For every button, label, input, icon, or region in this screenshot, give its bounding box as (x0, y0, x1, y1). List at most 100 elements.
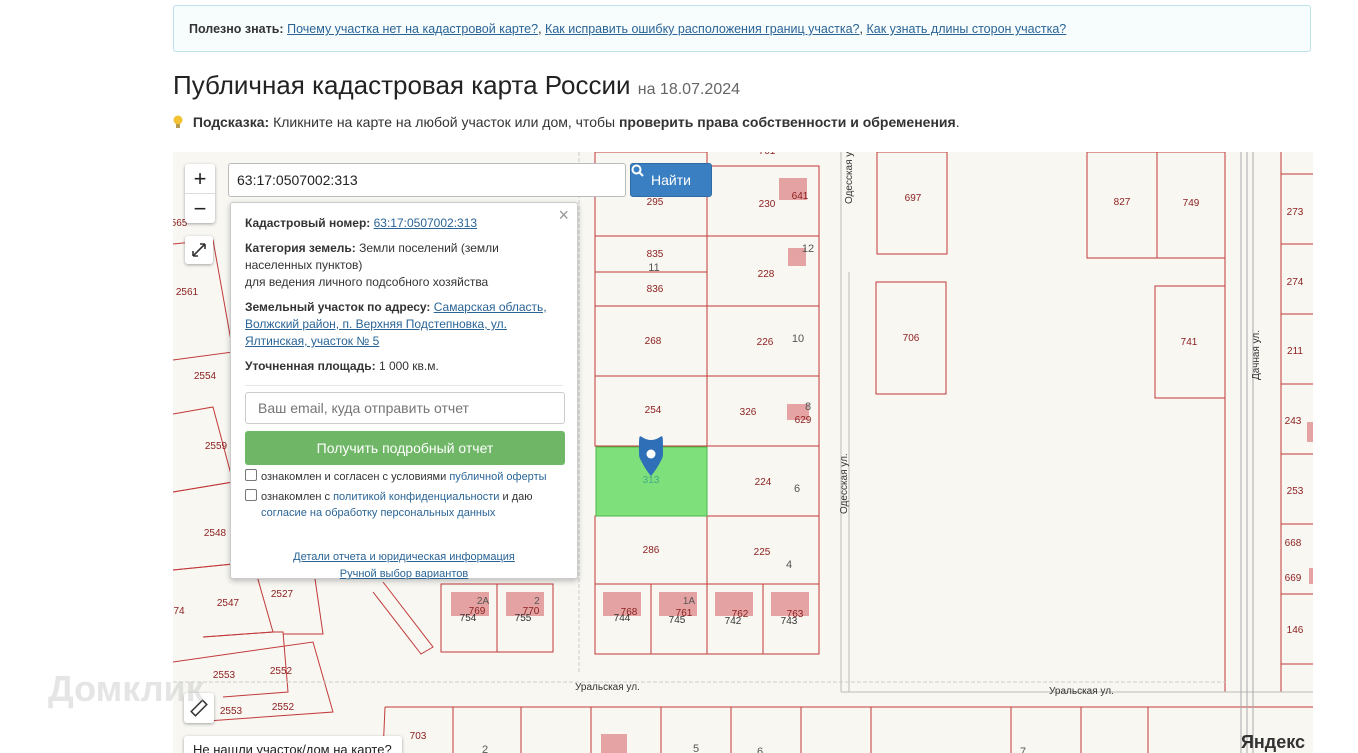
parcel-label: 12 (802, 243, 814, 255)
parcel-label: 741 (1181, 337, 1198, 348)
consent-privacy-checkbox[interactable] (245, 489, 257, 501)
consent-privacy-text: ознакомлен с (261, 491, 331, 503)
parcel-label: 4 (786, 559, 792, 571)
consent-privacy[interactable]: ознакомлен с политикой конфиденциальност… (245, 489, 563, 521)
parcel-label: 10 (792, 333, 804, 345)
parcel-label: 768 (621, 607, 638, 618)
parcel-label: 2552 (270, 666, 293, 677)
info-bar: Полезно знать: Почему участка нет на кад… (173, 5, 1311, 52)
parcel-label: 669 (1285, 573, 1302, 584)
parcel-label: 668 (1285, 538, 1302, 549)
zoom-out-button[interactable]: − (185, 193, 215, 223)
hint: Подсказка: Кликните на карте на любой уч… (173, 114, 960, 130)
page-title: Публичная кадастровая карта России на 18… (173, 70, 740, 101)
parcel-label: 2А (477, 596, 490, 607)
parcel-label: 274 (1287, 277, 1304, 288)
close-icon[interactable]: × (558, 206, 569, 224)
parcel-label: 146 (1287, 625, 1304, 636)
info-link-fix-error[interactable]: Как исправить ошибку расположения границ… (545, 22, 859, 36)
info-link-missing[interactable]: Почему участка нет на кадастровой карте? (287, 22, 538, 36)
parcel-label: 835 (647, 249, 664, 260)
category-row: Категория земель: Земли поселений (земли… (245, 240, 563, 291)
parcel-label: 697 (905, 193, 922, 204)
parcel-label: 11 (648, 262, 659, 274)
offer-link[interactable]: публичной оферты (449, 471, 546, 483)
not-found-button[interactable]: Не нашли участок/дом на карте? (184, 736, 402, 753)
parcel-label: 6 (794, 483, 800, 495)
category-label: Категория земель: (245, 241, 356, 255)
parcel-label: 2559 (205, 441, 228, 452)
info-label: Полезно знать: (189, 22, 284, 36)
street-label-uralskaya-left: Уральская ул. (575, 682, 640, 693)
parcel-label: 230 (759, 199, 776, 210)
consent-offer[interactable]: ознакомлен и согласен с условиями публич… (245, 469, 563, 485)
hint-end: . (955, 114, 960, 130)
parcel-label: 226 (757, 337, 774, 348)
parcel-label: 286 (643, 545, 660, 556)
zoom-control: + − (185, 164, 215, 223)
parcel-label: 762 (732, 609, 749, 620)
parcel-label: 2553 (220, 706, 243, 717)
parcel-label: 836 (647, 284, 664, 295)
parcel-label: 326 (740, 407, 757, 418)
building (601, 734, 627, 753)
cadastral-search-input[interactable] (228, 163, 626, 197)
usage-value: для ведения личного подсобного хозяйства (245, 275, 489, 289)
street-label-uralskaya-right: Уральская ул. (1049, 686, 1114, 697)
area-value: 1 000 кв.м. (378, 359, 439, 373)
consent-offer-checkbox[interactable] (245, 469, 257, 481)
parcel-label: 706 (903, 333, 920, 344)
yandex-logo: Яндекс (1240, 732, 1305, 752)
parcel-label: 2553 (213, 670, 236, 681)
cadastral-link[interactable]: 63:17:0507002:313 (374, 216, 477, 230)
parcel-label: 295 (647, 197, 664, 208)
parcel-label: 761 (676, 608, 693, 619)
parcel-label: 8 (805, 401, 811, 413)
fullscreen-button[interactable] (185, 236, 213, 264)
parcel-label: 749 (1183, 198, 1200, 209)
divider (245, 385, 563, 386)
parcel-label: 5 (693, 743, 699, 753)
consent-offer-text: ознакомлен и согласен с условиями (261, 471, 447, 483)
parcel-info-popup: × Кадастровый номер: 63:17:0507002:313 К… (230, 202, 578, 580)
parcel-label: 211 (1287, 346, 1303, 357)
parcel-label: 224 (755, 477, 772, 488)
street-label-odesskaya-top: Одесская ул. (844, 152, 855, 204)
details-link[interactable]: Детали отчета и юридическая информация (293, 551, 515, 563)
parcel-label: 2547 (217, 598, 240, 609)
consent-privacy-mid: и даю (502, 491, 533, 503)
domclick-watermark: Домклик (48, 668, 204, 709)
parcel-label: 313 (643, 475, 660, 486)
zoom-in-button[interactable]: + (185, 164, 215, 193)
parcel-label: 225 (754, 547, 771, 558)
manual-select-link[interactable]: Ручной выбор вариантов (340, 568, 468, 580)
cadastral-map[interactable]: 295 230 641 835 11 228 12 836 268 226 10… (173, 152, 1313, 753)
popup-footer-links: Детали отчета и юридическая информация Р… (245, 549, 563, 583)
area-row: Уточненная площадь: 1 000 кв.м. (245, 358, 563, 375)
parcel-label: 2 (534, 596, 540, 607)
email-input[interactable] (245, 392, 565, 424)
personal-data-link[interactable]: согласие на обработку персональных данны… (261, 507, 495, 519)
building (1307, 422, 1313, 442)
building (1309, 568, 1313, 584)
find-button[interactable]: Найти (630, 163, 712, 197)
privacy-link[interactable]: политикой конфиденциальности (333, 491, 499, 503)
search-icon (631, 164, 644, 177)
parcel-label: 770 (523, 606, 540, 617)
find-button-label: Найти (651, 172, 691, 188)
parcel-label: 268 (645, 336, 662, 347)
info-link-side-lengths[interactable]: Как узнать длины сторон участка? (866, 22, 1066, 36)
hint-strong: проверить права собственности и обремене… (618, 114, 956, 130)
parcel-label: 2561 (176, 287, 199, 298)
parcel-label: 1А (683, 596, 696, 607)
parcel-label: 827 (1114, 197, 1131, 208)
parcel-label: 769 (469, 606, 486, 617)
parcel-label: 228 (758, 269, 775, 280)
parcel-label: 641 (792, 191, 809, 202)
parcel-label: 243 (1285, 416, 1302, 427)
parcel-label: 6 (757, 746, 763, 753)
get-report-button[interactable]: Получить подробный отчет (245, 431, 565, 465)
parcel-label: 253 (1287, 486, 1304, 497)
parcel-label: 2 (482, 744, 488, 753)
page-title-date: на 18.07.2024 (637, 81, 741, 98)
